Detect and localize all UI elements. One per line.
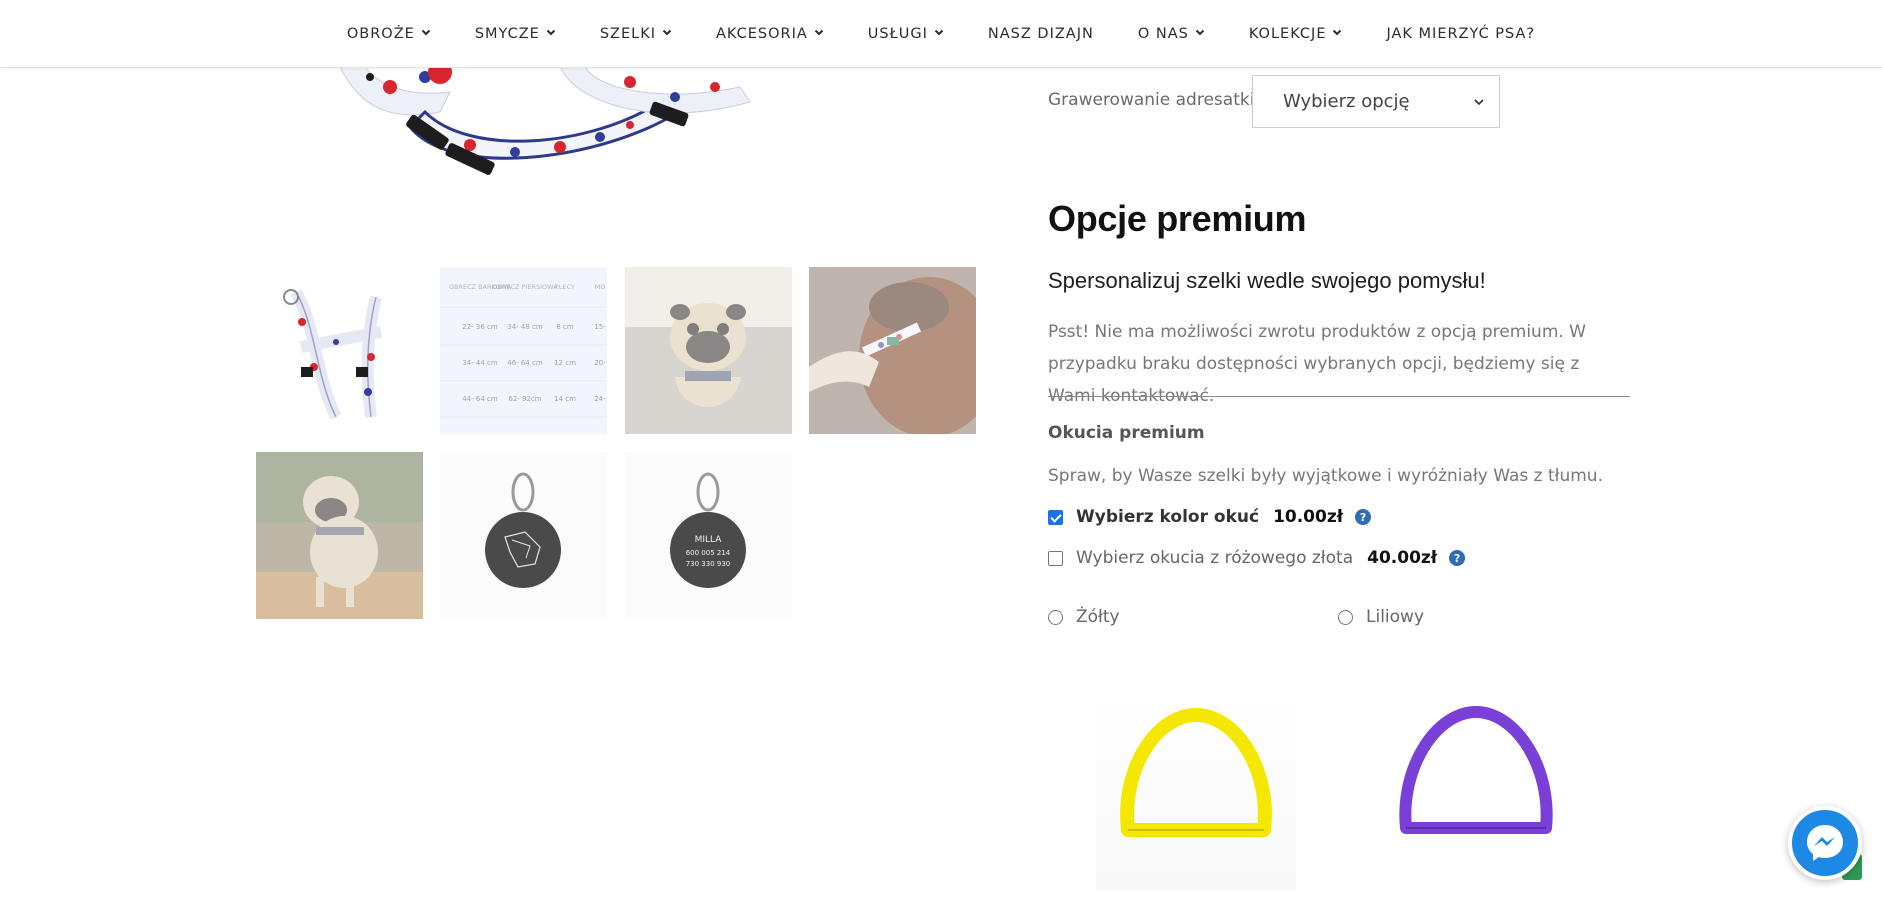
option-price: 40.00zł	[1367, 548, 1438, 568]
tag-phone-text: 600 005 214	[686, 549, 731, 557]
thumbnail-harness[interactable]	[256, 267, 423, 434]
lilac-radio[interactable]	[1338, 609, 1353, 625]
thumbnail-tag-dog[interactable]	[440, 452, 607, 619]
rose-gold-checkbox[interactable]	[1048, 550, 1063, 566]
chevron-down-icon	[1333, 29, 1342, 35]
option-label: Wybierz okucia z różowego złota	[1076, 548, 1354, 568]
tag-phone-text: 730 330 930	[686, 560, 731, 568]
nav-item-kolekcje[interactable]: KOLEKCJE	[1227, 0, 1365, 67]
nav-item-jak-mierzyc[interactable]: JAK MIERZYĆ PSA?	[1364, 0, 1557, 67]
yellow-ring-image[interactable]	[1096, 690, 1296, 890]
chevron-down-icon	[421, 29, 431, 35]
chevron-down-icon	[934, 29, 944, 35]
size-table-cell: 12 cm	[554, 359, 576, 367]
color-option-lilac: Liliowy	[1338, 605, 1424, 629]
premium-fittings-heading: Okucia premium	[1048, 423, 1205, 443]
harness-image	[339, 67, 751, 175]
size-table-cell: 46- 64 cm	[507, 359, 543, 367]
size-table-cell: 44- 64 cm	[462, 395, 498, 403]
nav-item-label: SMYCZE	[474, 25, 540, 42]
nav-item-obroze[interactable]: OBROŻE	[325, 0, 453, 67]
thumbnail-dog-harness[interactable]	[809, 267, 976, 434]
size-table-header: OBRECZ PIERSIOWA	[492, 283, 558, 291]
nav-item-label: AKCESORIA	[715, 25, 808, 42]
nav-item-o-nas[interactable]: O NAS	[1116, 0, 1227, 67]
nav-item-label: OBROŻE	[346, 25, 415, 42]
size-table-cell: 34- 48 cm	[507, 323, 543, 331]
dog-tag-engraved-image	[440, 452, 607, 619]
size-table-cell: 22- 36 cm	[462, 323, 498, 331]
yellow-d-ring	[1120, 708, 1272, 837]
chevron-down-icon	[1474, 99, 1484, 106]
divider	[1048, 396, 1630, 397]
option-color-fittings: Wybierz kolor okuć 10.00zł ?	[1048, 505, 1372, 529]
nav-item-uslugi[interactable]: USŁUGI	[846, 0, 966, 67]
tag-name-text: MILLA	[695, 535, 723, 545]
size-table-cell: 8 cm	[556, 323, 574, 331]
premium-description: Psst! Nie ma możliwości zwrotu produktów…	[1048, 322, 1586, 406]
engraving-select-value: Wybierz opcję	[1283, 91, 1410, 112]
chevron-down-icon	[814, 29, 824, 35]
size-table-cell: 62- 92cm	[508, 395, 541, 403]
thumbnail-pug-standing[interactable]	[256, 452, 423, 619]
nav-item-smycze[interactable]: SMYCZE	[453, 0, 578, 67]
option-label: Wybierz kolor okuć	[1076, 507, 1260, 527]
dog-harness-photo	[809, 267, 976, 434]
thumbnail-pug-sitting[interactable]	[625, 267, 792, 434]
color-option-yellow: Żółty	[1048, 605, 1120, 629]
nav-item-label: USŁUGI	[867, 25, 928, 42]
color-label: Liliowy	[1366, 607, 1425, 627]
size-table-header: MO	[595, 283, 606, 291]
question-circle-icon[interactable]: ?	[1449, 550, 1466, 566]
question-circle-icon[interactable]: ?	[1355, 509, 1372, 525]
engraving-label: Grawerowanie adresatki	[1048, 90, 1255, 110]
nav-item-nasz-dizajn[interactable]: NASZ DIZAJN	[966, 0, 1116, 67]
nav-item-label: JAK MIERZYĆ PSA?	[1386, 25, 1536, 42]
engraving-select[interactable]: Wybierz opcję	[1252, 75, 1500, 128]
lilac-d-ring	[1399, 706, 1553, 834]
harness-thumbnail-image	[283, 289, 383, 420]
thumbnail-size-table[interactable]: OBRECZ BARKOWA OBRECZ PIERSIOWA PLECY MO…	[440, 267, 607, 434]
pug-standing-photo	[256, 452, 423, 619]
top-navigation: OBROŻE SMYCZE SZELKI AKCESORIA USŁUGI NA…	[0, 0, 1882, 68]
color-fittings-checkbox[interactable]	[1048, 509, 1063, 525]
main-product-image[interactable]	[330, 67, 830, 197]
option-price: 10.00zł	[1273, 507, 1344, 527]
chevron-down-icon	[662, 29, 672, 35]
chevron-down-icon	[546, 29, 556, 35]
nav-list: OBROŻE SMYCZE SZELKI AKCESORIA USŁUGI NA…	[0, 0, 1882, 67]
messenger-icon	[1807, 825, 1843, 861]
nav-item-label: KOLEKCJE	[1248, 25, 1327, 42]
option-rose-gold-fittings: Wybierz okucia z różowego złota 40.00zł …	[1048, 546, 1466, 570]
yellow-radio[interactable]	[1048, 609, 1063, 625]
premium-title: Opcje premium	[1048, 198, 1307, 239]
color-label: Żółty	[1076, 607, 1120, 627]
size-table-cell: 20-	[594, 359, 606, 367]
nav-item-label: NASZ DIZAJN	[987, 25, 1094, 42]
premium-subtitle: Spersonalizuj szelki wedle swojego pomys…	[1048, 268, 1486, 293]
nav-item-label: SZELKI	[599, 25, 656, 42]
size-table-cell: 14 cm	[554, 395, 576, 403]
size-table-header: PLECY	[555, 283, 575, 291]
chevron-down-icon	[1195, 29, 1205, 35]
thumbnail-tag-name[interactable]: MILLA 600 005 214 730 330 930	[625, 452, 792, 619]
nav-item-szelki[interactable]: SZELKI	[578, 0, 694, 67]
size-table-cell: 24-	[594, 395, 606, 403]
size-table-image: OBRECZ BARKOWA OBRECZ PIERSIOWA PLECY MO…	[440, 267, 607, 434]
nav-item-label: O NAS	[1137, 25, 1189, 42]
size-table-cell: 34- 44 cm	[462, 359, 498, 367]
premium-fittings-description: Spraw, by Wasze szelki były wyjątkowe i …	[1048, 466, 1603, 486]
messenger-chat-button[interactable]	[1788, 806, 1862, 880]
nav-item-akcesoria[interactable]: AKCESORIA	[694, 0, 846, 67]
size-table-cell: 15-	[594, 323, 606, 331]
lilac-ring-image[interactable]	[1376, 690, 1576, 890]
dog-tag-name-image: MILLA 600 005 214 730 330 930	[625, 452, 792, 619]
pug-sitting-photo	[625, 267, 792, 434]
